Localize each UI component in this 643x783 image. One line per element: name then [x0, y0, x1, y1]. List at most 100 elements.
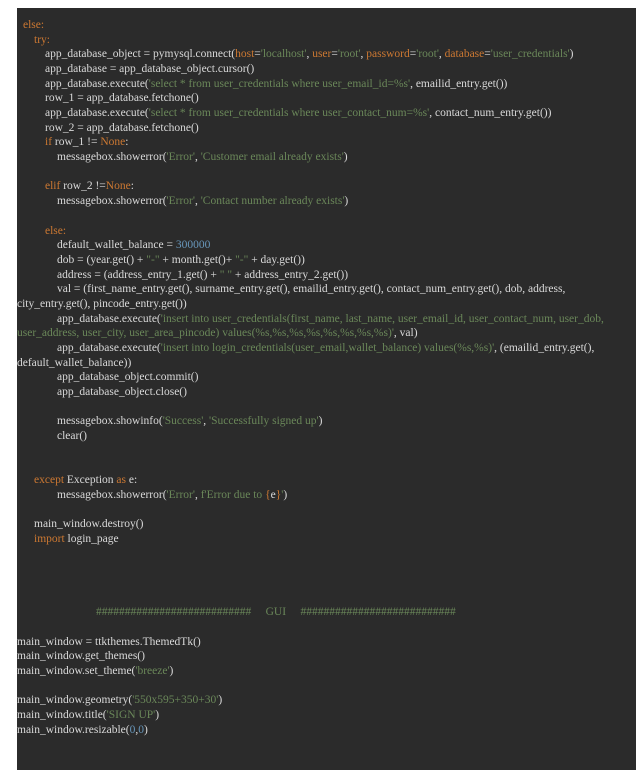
code-token: clear() — [57, 430, 87, 443]
code-token: row_1 = app_database.fetchone() — [45, 92, 199, 105]
code-token: app_database.execute( — [57, 312, 161, 325]
code-token: messagebox.showerror( — [57, 195, 167, 208]
code-line: main_window.resizable(0,0) — [17, 723, 636, 738]
code-token: " " — [219, 268, 233, 281]
code-token: "-" — [146, 253, 160, 266]
code-token: , emailid_entry.get()) — [410, 77, 508, 90]
code-token: app_database.execute( — [57, 341, 161, 354]
code-token: main_window = ttkthemes.ThemedTk() — [17, 635, 201, 648]
code-token: 300000 — [175, 239, 211, 252]
code-token: except — [34, 474, 67, 487]
code-token: ) — [343, 151, 348, 164]
code-token: app_database_object.close() — [57, 386, 187, 398]
code-token: default_wallet_balance = — [57, 239, 176, 252]
code-line: messagebox.showerror('Error', 'Contact n… — [17, 194, 636, 209]
code-line: if row_1 != None: — [17, 135, 636, 150]
code-line: address = (address_entry_1.get() + " " +… — [17, 268, 636, 283]
code-token: val = (first_name_entry.get(), surname_e… — [57, 283, 566, 296]
code-token: app_database.execute( — [45, 77, 149, 90]
code-token: , (emailid_entry.get(), — [494, 341, 595, 354]
code-token: 'Error' — [166, 151, 195, 164]
code-token: main_window.destroy() — [34, 518, 144, 531]
code-token: else: — [23, 19, 45, 31]
code-token: 'user_credentials' — [490, 48, 570, 61]
code-token: dob = (year.get() + — [57, 253, 147, 266]
code-token: 'select * from user_credentials where us… — [148, 77, 411, 90]
code-token: main_window.get_themes() — [17, 650, 145, 663]
code-token: row_2 = app_database.fetchone() — [45, 121, 199, 134]
code-token: 'select * from user_credentials where us… — [148, 107, 430, 120]
code-line: app_database = app_database_object.curso… — [17, 62, 636, 77]
code-token: 'Successfully signed up' — [209, 415, 319, 428]
code-token: ########################### GUI ########… — [96, 606, 456, 619]
code-line: else: — [17, 224, 636, 239]
code-token: + month.get()+ — [159, 253, 236, 266]
code-token: f'Error due to — [200, 488, 266, 501]
code-token: 'breeze' — [135, 664, 170, 677]
code-line: dob = (year.get() + "-" + month.get()+ "… — [17, 253, 636, 268]
code-token: password — [366, 48, 410, 61]
code-token: app_database = app_database_object.curso… — [45, 63, 255, 76]
code-token: app_database_object.commit() — [57, 371, 199, 384]
code-token: app_database.execute( — [45, 107, 149, 120]
code-line: main_window.set_theme('breeze') — [17, 664, 636, 679]
code-line: row_2 = app_database.fetchone() — [17, 121, 636, 136]
code-token: main_window.resizable( — [17, 723, 130, 736]
code-line: app_database.execute('select * from user… — [17, 77, 636, 92]
code-token: ) — [283, 488, 288, 501]
code-line: default_wallet_balance)) — [17, 356, 636, 371]
code-line: row_1 = app_database.fetchone() — [17, 91, 636, 106]
code-token: + day.get()) — [248, 253, 305, 266]
code-token: , contact_num_entry.get()) — [429, 107, 552, 120]
code-token: user_address, user_city, user_area_pinco… — [17, 327, 394, 340]
code-token: default_wallet_balance)) — [17, 356, 132, 369]
code-token: Exception — [66, 474, 117, 487]
code-token: 'localhost' — [260, 48, 307, 61]
code-line: else: — [17, 18, 636, 33]
code-line: ########################### GUI ########… — [17, 605, 636, 620]
code-line: elif row_2 !=None: — [17, 179, 636, 194]
code-token: "-" — [235, 253, 249, 266]
code-token: else: — [45, 224, 67, 237]
code-token: ) — [344, 195, 349, 208]
code-token: 'Success' — [162, 415, 204, 428]
code-line: default_wallet_balance = 300000 — [17, 238, 636, 253]
code-token: ) — [169, 664, 174, 677]
code-line: main_window.destroy() — [17, 517, 636, 532]
code-line: app_database_object = pymysql.connect(ho… — [17, 47, 636, 62]
code-line: main_window.title('SIGN UP') — [17, 708, 636, 723]
code-token: user — [312, 48, 332, 61]
code-token: if — [45, 136, 55, 149]
code-token: row_2 != — [63, 180, 106, 193]
code-line: app_database.execute('select * from user… — [17, 106, 636, 121]
code-token: None — [100, 136, 126, 149]
code-token: address = (address_entry_1.get() + — [57, 268, 220, 281]
code-line: val = (first_name_entry.get(), surname_e… — [17, 282, 636, 297]
code-editor[interactable]: else: try: app_database_object = pymysql.c… — [17, 8, 636, 770]
code-token: ) — [144, 723, 148, 736]
code-token: + address_entry_2.get()) — [232, 268, 349, 281]
code-token: as — [116, 474, 129, 487]
code-token: messagebox.showerror( — [57, 151, 167, 164]
code-token: main_window.title( — [17, 708, 107, 721]
code-token: elif — [45, 180, 64, 193]
code-token: 'Error' — [166, 488, 195, 501]
code-line: user_address, user_city, user_area_pinco… — [17, 326, 636, 341]
code-token: city_entry.get(), pincode_entry.get()) — [17, 297, 187, 310]
code-line: try: — [17, 33, 636, 48]
code-token: 'Contact number already exists' — [200, 195, 345, 208]
code-token: ) — [218, 694, 223, 707]
code-line: main_window.get_themes() — [17, 649, 636, 664]
code-token: e: — [128, 474, 138, 487]
code-token: row_1 != — [54, 136, 101, 149]
code-token: ) — [569, 48, 574, 61]
code-token: app_database_object = pymysql.connect( — [45, 48, 236, 61]
code-line: messagebox.showerror('Error', f'Error du… — [17, 488, 636, 503]
code-line: messagebox.showinfo('Success', 'Successf… — [17, 414, 636, 429]
code-line: except Exception as e: — [17, 473, 636, 488]
code-token: : — [125, 136, 129, 149]
code-token: import — [34, 532, 68, 545]
code-token: 'root' — [416, 48, 439, 61]
code-token: messagebox.showinfo( — [57, 415, 163, 428]
code-token: try: — [34, 33, 50, 46]
